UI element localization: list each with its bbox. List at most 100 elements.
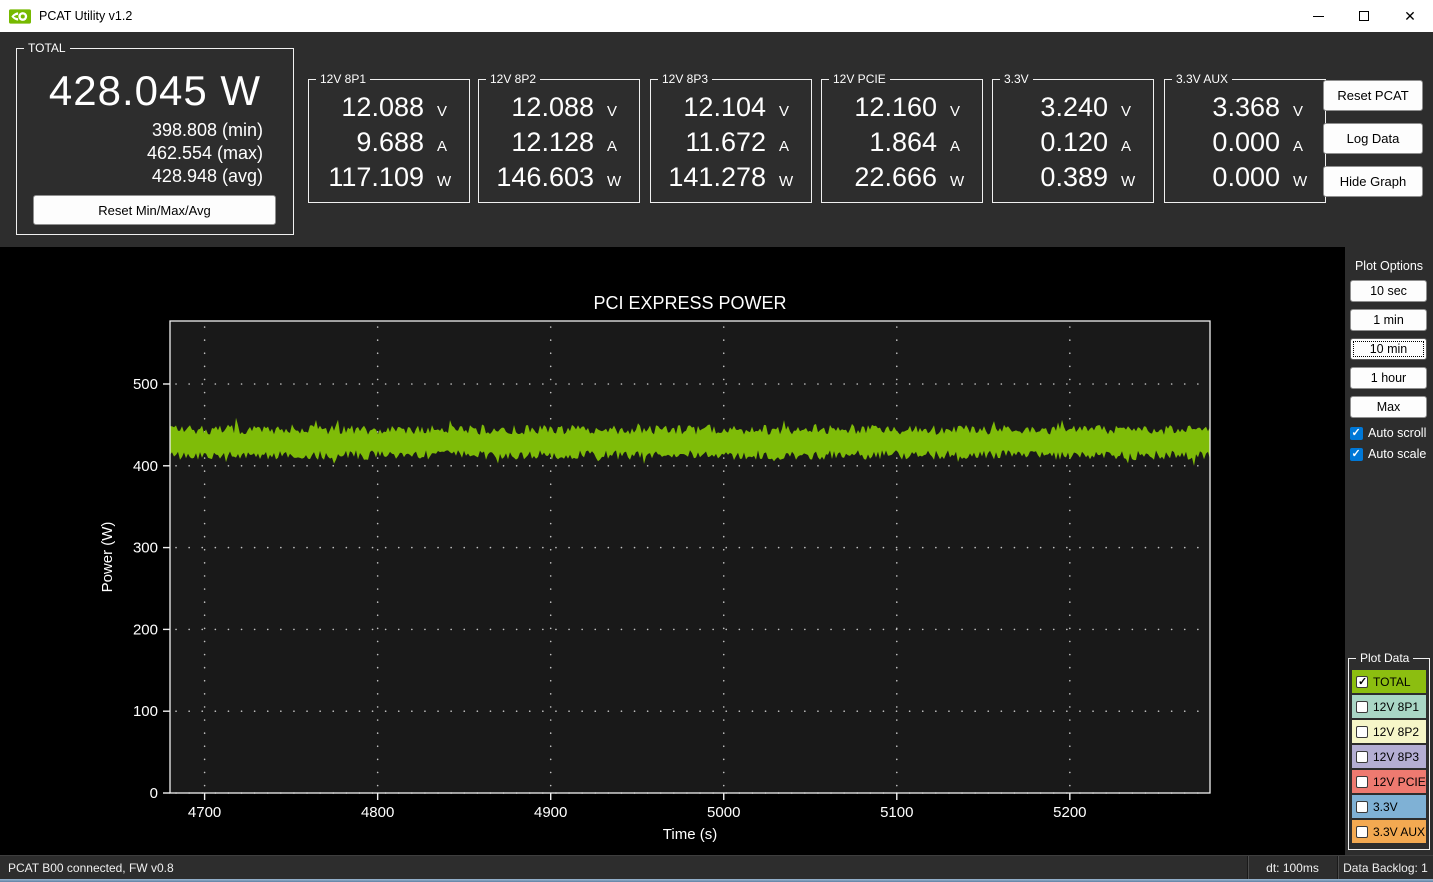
rail-watts: 0.000	[1212, 162, 1280, 192]
rail-label: 12V PCIE	[829, 72, 890, 86]
legend-checkbox[interactable]	[1356, 825, 1368, 838]
unit-amps: A	[607, 138, 618, 155]
legend-checkbox[interactable]	[1356, 675, 1368, 688]
unit-watts: W	[607, 173, 622, 190]
legend-row-12v-8p1[interactable]: 12V 8P1	[1352, 695, 1426, 718]
minimize-icon	[1312, 15, 1324, 17]
legend-label: 3.3V AUX	[1373, 824, 1426, 839]
rail-watts: 0.389	[1040, 162, 1108, 192]
unit-watts: W	[1293, 173, 1308, 190]
unit-amps: A	[1293, 138, 1304, 155]
svg-text:0: 0	[150, 785, 158, 802]
maximize-icon	[1359, 11, 1369, 21]
svg-text:200: 200	[133, 621, 158, 638]
legend-checkbox[interactable]	[1356, 750, 1368, 763]
range-10sec-button[interactable]: 10 sec	[1350, 280, 1427, 302]
unit-amps: A	[1121, 138, 1132, 155]
rail-label: 3.3V	[1000, 72, 1033, 86]
svg-text:300: 300	[133, 540, 158, 557]
svg-text:Time (s): Time (s)	[663, 826, 717, 843]
rail-label: 12V 8P3	[658, 72, 713, 86]
total-max: 462.554 (max)	[146, 143, 263, 163]
titlebar[interactable]: PCAT Utility v1.2 ✕	[0, 0, 1433, 32]
unit-watts: W	[779, 173, 794, 190]
range-max-button[interactable]: Max	[1350, 396, 1427, 418]
svg-text:5200: 5200	[1053, 804, 1086, 821]
log-data-button[interactable]: Log Data	[1323, 123, 1423, 154]
rail-amps: 12.128	[511, 127, 594, 157]
auto-scale-label: Auto scale	[1368, 447, 1427, 461]
hide-graph-button[interactable]: Hide Graph	[1323, 166, 1423, 197]
legend-row-12v-8p3[interactable]: 12V 8P3	[1352, 745, 1426, 768]
svg-text:4700: 4700	[188, 804, 221, 821]
auto-scroll-label: Auto scroll	[1368, 426, 1427, 440]
legend-label: TOTAL	[1373, 674, 1411, 689]
rail-watts: 22.666	[854, 162, 937, 192]
rail-watts: 146.603	[496, 162, 594, 192]
svg-text:100: 100	[133, 703, 158, 720]
minimize-button[interactable]	[1295, 0, 1341, 32]
rail-label: 12V 8P2	[486, 72, 541, 86]
maximize-button[interactable]	[1341, 0, 1387, 32]
rail-label: 3.3V AUX	[1172, 72, 1233, 86]
legend-label: 12V 8P1	[1373, 699, 1420, 714]
plot-sidebar: Plot Options 10 sec 1 min 10 min 1 hour …	[1345, 247, 1433, 855]
close-button[interactable]: ✕	[1387, 0, 1433, 32]
range-10min-button[interactable]: 10 min	[1350, 338, 1427, 360]
rail-volts: 12.088	[341, 92, 424, 122]
svg-text:Power (W): Power (W)	[99, 522, 116, 593]
power-chart: 0 100 200 300 400 500 4700 4800 4900 5000 5100 5200…	[99, 293, 1211, 843]
legend-checkbox[interactable]	[1356, 800, 1368, 813]
rail-panel-12v-8p3: 12V 8P3 12.104 V 11.672 A 141.278 W	[650, 72, 812, 203]
rail-amps: 11.672	[685, 127, 766, 157]
legend-checkbox[interactable]	[1356, 775, 1368, 788]
legend-checkbox[interactable]	[1356, 700, 1368, 713]
legend-row-12v-pcie[interactable]: 12V PCIE	[1352, 770, 1426, 793]
measurement-panel: TOTAL 428.045 W 398.808 (min) 462.554 (m…	[0, 32, 1433, 247]
rail-panel-3v3: 3.3V 3.240 V 0.120 A 0.389 W	[992, 72, 1154, 203]
rail-volts: 12.088	[511, 92, 594, 122]
unit-volts: V	[437, 103, 448, 120]
unit-volts: V	[1293, 103, 1304, 120]
rail-panel-12v-pcie: 12V PCIE 12.160 V 1.864 A 22.666 W	[821, 72, 983, 203]
rail-amps: 9.688	[356, 127, 424, 157]
rail-amps: 0.000	[1212, 127, 1280, 157]
status-bar: PCAT B00 connected, FW v0.8 dt: 100ms Da…	[0, 855, 1433, 879]
nvidia-logo-icon	[9, 8, 31, 24]
window-title: PCAT Utility v1.2	[39, 9, 133, 23]
auto-scale-checkbox[interactable]: Auto scale	[1350, 446, 1426, 462]
pcat-window: PCAT Utility v1.2 ✕ TOTAL 428.045 W 398.…	[0, 0, 1433, 882]
unit-volts: V	[607, 103, 618, 120]
legend-label: 12V 8P2	[1373, 724, 1420, 739]
svg-text:4800: 4800	[361, 804, 394, 821]
range-1min-button[interactable]: 1 min	[1350, 309, 1427, 331]
unit-volts: V	[950, 103, 961, 120]
auto-scroll-checkbox[interactable]: Auto scroll	[1350, 425, 1426, 441]
plot-options-title: Plot Options	[1354, 259, 1424, 273]
plot-data-groupbox: Plot Data TOTAL 12V 8P1 12V 8P2 12V 8P3 …	[1348, 651, 1430, 850]
reset-min-max-avg-button[interactable]: Reset Min/Max/Avg	[33, 195, 276, 225]
status-connection: PCAT B00 connected, FW v0.8	[8, 860, 174, 875]
svg-text:500: 500	[133, 376, 158, 393]
legend-label: 12V 8P3	[1373, 749, 1420, 764]
legend-row-3v3-aux[interactable]: 3.3V AUX	[1352, 820, 1426, 843]
legend-row-12v-8p2[interactable]: 12V 8P2	[1352, 720, 1426, 743]
status-backlog: Data Backlog: 1	[1337, 856, 1433, 879]
auto-scale-checkbox-icon[interactable]	[1350, 447, 1363, 461]
auto-scroll-checkbox-icon[interactable]	[1350, 426, 1363, 440]
total-avg: 428.948 (avg)	[151, 166, 263, 186]
range-1hour-button[interactable]: 1 hour	[1350, 367, 1427, 389]
legend-checkbox[interactable]	[1356, 725, 1368, 738]
legend-row-total[interactable]: TOTAL	[1352, 670, 1426, 693]
unit-watts: W	[1121, 173, 1136, 190]
legend-row-3v3[interactable]: 3.3V	[1352, 795, 1426, 818]
rail-panel-3v3-aux: 3.3V AUX 3.368 V 0.000 A 0.000 W	[1164, 72, 1326, 203]
reset-pcat-button[interactable]: Reset PCAT	[1323, 80, 1423, 111]
legend-label: 3.3V	[1373, 799, 1398, 814]
unit-amps: A	[779, 138, 790, 155]
rail-amps: 0.120	[1040, 127, 1108, 157]
rail-watts: 117.109	[328, 162, 424, 192]
rail-volts: 12.104	[683, 92, 766, 122]
close-icon: ✕	[1404, 8, 1416, 24]
svg-text:5100: 5100	[880, 804, 913, 821]
